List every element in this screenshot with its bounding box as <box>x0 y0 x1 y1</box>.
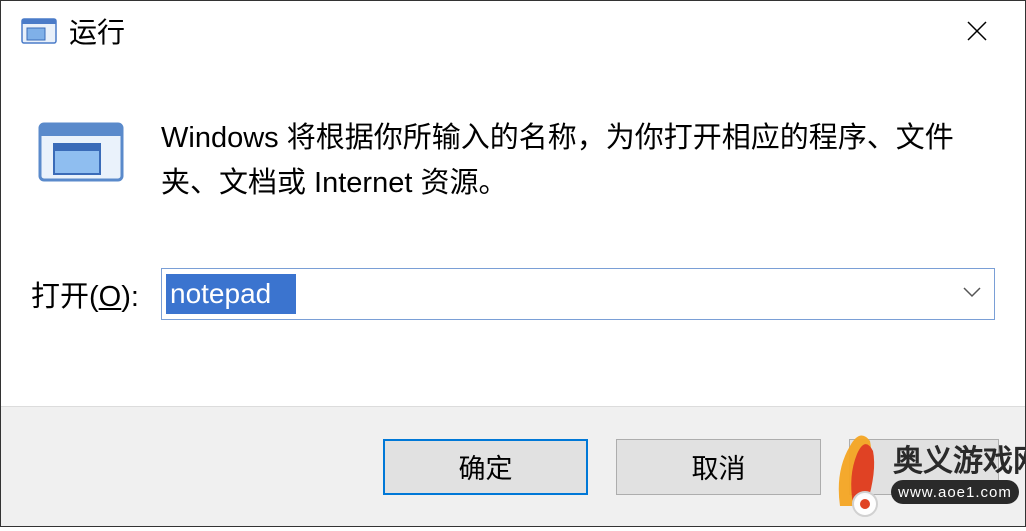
open-row: 打开(O): <box>31 268 995 320</box>
open-label-prefix: 打开( <box>31 281 99 313</box>
button-row: 确定 取消 <box>1 406 1025 526</box>
titlebar: 运行 <box>1 1 1025 61</box>
run-icon-large <box>36 116 126 186</box>
browse-button[interactable] <box>849 439 999 495</box>
close-icon <box>966 20 988 42</box>
window-title: 运行 <box>69 11 947 51</box>
ok-button-label: 确定 <box>459 447 513 486</box>
cancel-button[interactable]: 取消 <box>616 439 821 495</box>
chevron-down-icon[interactable] <box>962 285 982 303</box>
open-label-accelerator: O <box>99 281 122 313</box>
open-label-suffix: ): <box>121 281 139 313</box>
description-text: Windows 将根据你所输入的名称，为你打开相应的程序、文件夹、文档或 Int… <box>161 116 995 206</box>
open-input[interactable] <box>166 274 296 314</box>
cancel-button-label: 取消 <box>692 447 746 486</box>
open-label: 打开(O): <box>31 273 161 315</box>
dialog-content: Windows 将根据你所输入的名称，为你打开相应的程序、文件夹、文档或 Int… <box>1 61 1025 320</box>
close-button[interactable] <box>947 1 1007 61</box>
ok-button[interactable]: 确定 <box>383 439 588 495</box>
description-row: Windows 将根据你所输入的名称，为你打开相应的程序、文件夹、文档或 Int… <box>31 116 995 206</box>
open-combobox[interactable] <box>161 268 995 320</box>
run-icon-small <box>21 16 57 46</box>
